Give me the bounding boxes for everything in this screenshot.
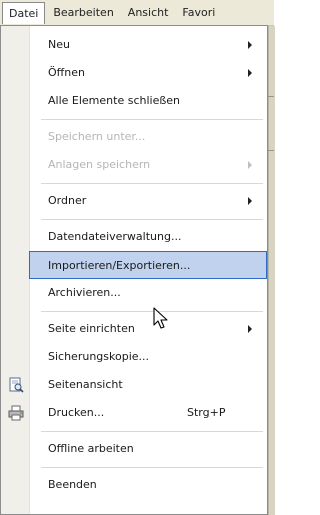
- menu-item-datendateiverwaltung[interactable]: Datendateiverwaltung...: [1, 223, 267, 251]
- background-divider: [268, 96, 274, 97]
- submenu-arrow-icon: [248, 69, 252, 77]
- menu-item-beenden[interactable]: Beenden: [1, 471, 267, 499]
- menu-bearbeiten[interactable]: Bearbeiten: [47, 2, 119, 24]
- menu-separator: [41, 311, 263, 312]
- menu-item-offline-arbeiten[interactable]: Offline arbeiten: [1, 435, 267, 463]
- submenu-arrow-icon: [248, 325, 252, 333]
- menu-ansicht[interactable]: Ansicht: [122, 2, 175, 24]
- background-window-edge: [268, 26, 275, 515]
- menu-item-label: Anlagen speichern: [48, 158, 151, 171]
- menu-item-label: Seite einrichten: [48, 322, 135, 335]
- menu-item-label: Archivieren...: [48, 286, 121, 299]
- menu-separator: [41, 183, 263, 184]
- submenu-arrow-icon: [248, 41, 252, 49]
- menu-item-anlagen-speichern: Anlagen speichern: [1, 151, 267, 179]
- submenu-arrow-icon: [248, 197, 252, 205]
- menu-item-alle-elemente-schliessen[interactable]: Alle Elemente schließen: [1, 87, 267, 115]
- menu-separator: [41, 431, 263, 432]
- menu-item-sicherungskopie[interactable]: Sicherungskopie...: [1, 343, 267, 371]
- shortcut-label: Strg+P: [187, 406, 226, 419]
- file-dropdown-menu: Neu Öffnen Alle Elemente schließen Speic…: [0, 25, 268, 515]
- menu-item-label: Alle Elemente schließen: [48, 94, 181, 107]
- menu-separator: [41, 219, 263, 220]
- menu-item-archivieren[interactable]: Archivieren...: [1, 279, 267, 307]
- menu-item-drucken[interactable]: Drucken... Strg+P: [1, 399, 267, 427]
- background-divider: [268, 150, 274, 151]
- menu-item-label: Datendateiverwaltung...: [48, 230, 182, 243]
- printer-icon: [8, 405, 24, 421]
- menu-item-neu[interactable]: Neu: [1, 31, 267, 59]
- menu-datei[interactable]: Datei: [2, 1, 46, 24]
- menu-item-label: Öffnen: [48, 66, 85, 79]
- menu-item-label: Sicherungskopie...: [48, 350, 150, 363]
- menu-item-label: Offline arbeiten: [48, 442, 134, 455]
- menu-item-label: Seitenansicht: [48, 378, 123, 391]
- menu-item-label: Speichern unter...: [48, 130, 146, 143]
- menu-item-label: Beenden: [48, 478, 97, 491]
- menu-item-seitenansicht[interactable]: Seitenansicht: [1, 371, 267, 399]
- menu-item-seite-einrichten[interactable]: Seite einrichten: [1, 315, 267, 343]
- menu-item-label: Drucken...: [48, 406, 105, 419]
- menu-item-importieren-exportieren[interactable]: Importieren/Exportieren...: [29, 251, 267, 279]
- menu-item-label: Importieren/Exportieren...: [48, 259, 191, 272]
- menu-bar: Datei Bearbeiten Ansicht Favori: [0, 0, 274, 26]
- menu-item-label: Neu: [48, 38, 70, 51]
- menu-favoriten[interactable]: Favori: [176, 2, 221, 24]
- menu-separator: [41, 119, 263, 120]
- menu-item-ordner[interactable]: Ordner: [1, 187, 267, 215]
- menu-item-speichern-unter: Speichern unter...: [1, 123, 267, 151]
- menu-item-label: Ordner: [48, 194, 87, 207]
- menu-separator: [41, 467, 263, 468]
- menu-item-oeffnen[interactable]: Öffnen: [1, 59, 267, 87]
- mouse-pointer-icon: [153, 307, 168, 329]
- submenu-arrow-icon: [248, 161, 252, 169]
- print-preview-icon: [9, 377, 24, 393]
